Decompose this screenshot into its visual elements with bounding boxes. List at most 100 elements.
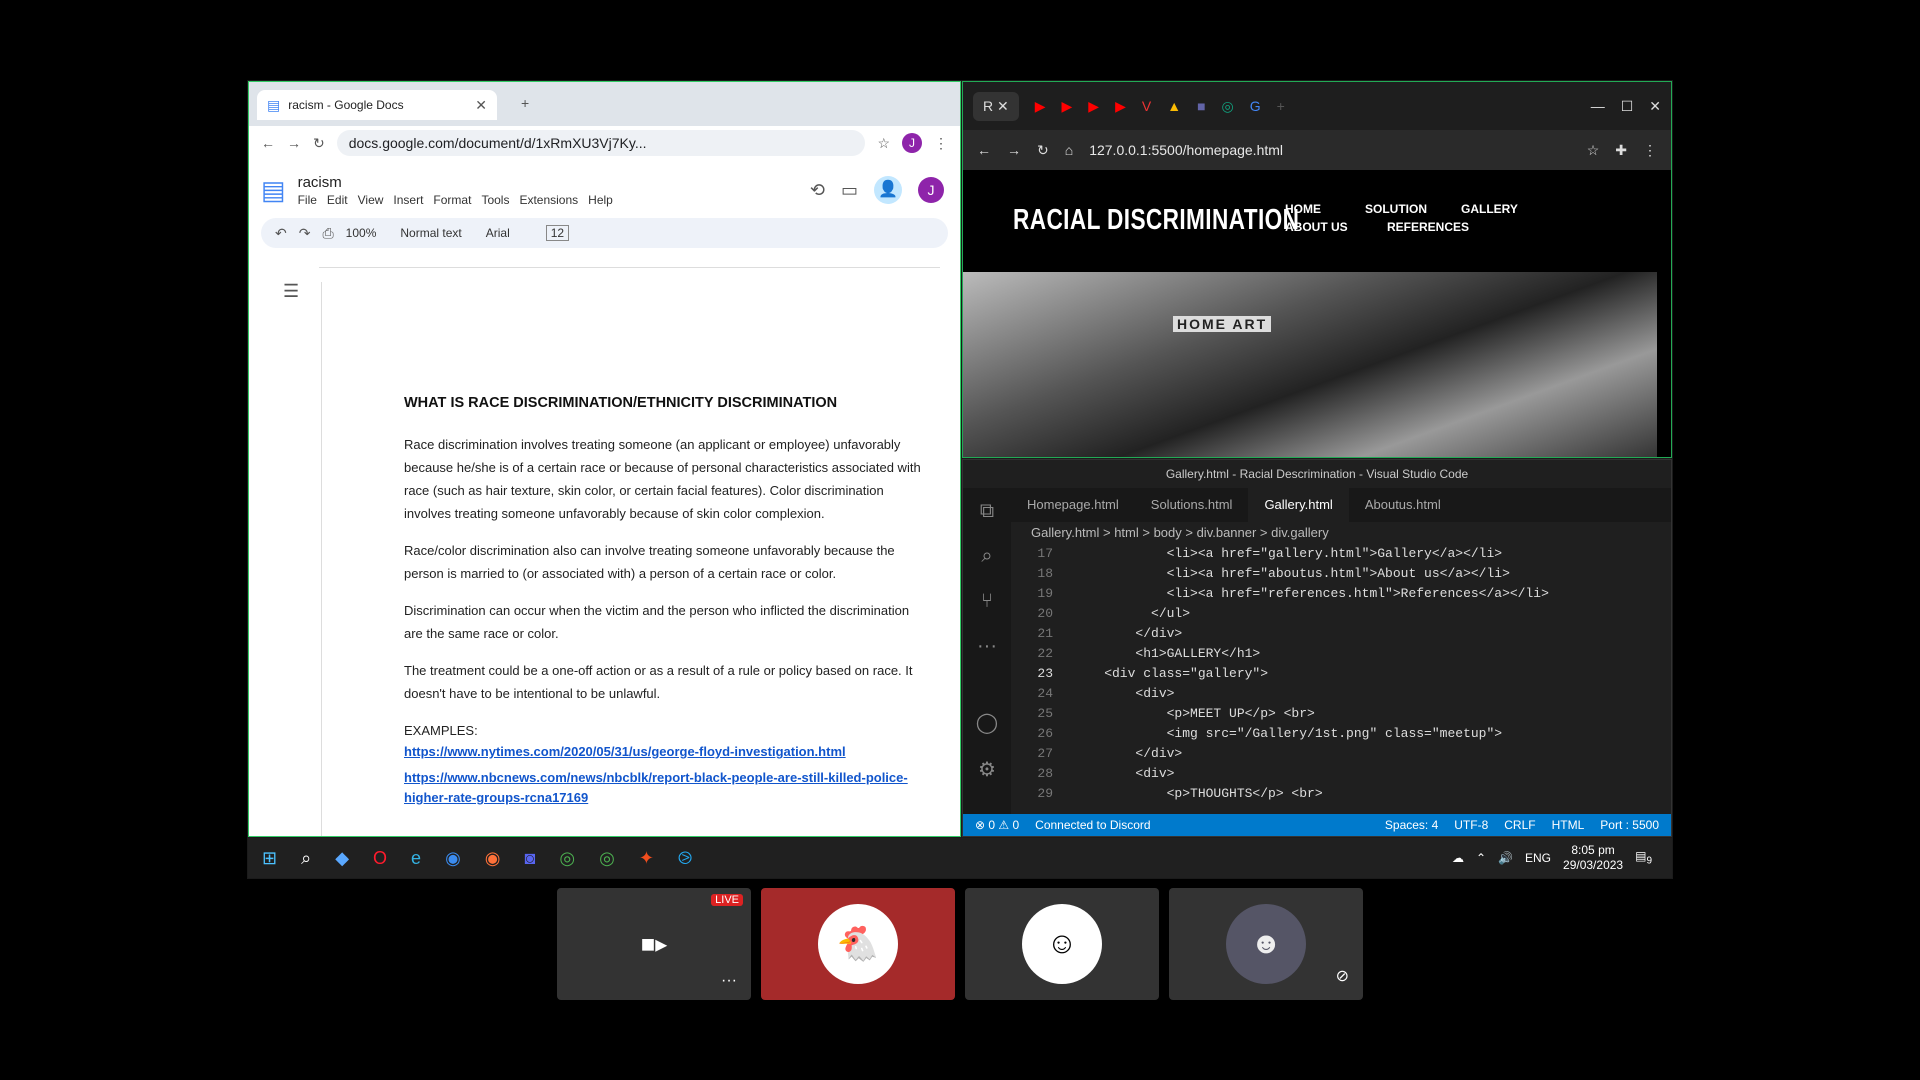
screen-share-tile[interactable]: LIVE ■▸ ··· [557,888,751,1000]
port-status[interactable]: Port : 5500 [1600,818,1659,832]
explorer-icon[interactable]: ⧉ [980,500,994,523]
menu-tools[interactable]: Tools [481,193,509,207]
chatgpt-icon[interactable]: ◎ [1222,99,1234,113]
code-line[interactable]: 20 </ul> [1011,604,1601,624]
chrome-icon[interactable]: ◎ [559,848,575,869]
menu-view[interactable]: View [358,193,384,207]
nav-references[interactable]: REFERENCES [1365,220,1469,234]
comment-icon[interactable]: ▭ [841,181,858,199]
discord-icon[interactable]: ◙ [525,848,536,869]
home-icon[interactable]: ⌂ [1065,143,1073,157]
code-line[interactable]: 23 <div class="gallery"> [1011,664,1601,684]
print-icon[interactable]: ⎙ [322,226,333,240]
notification-icon[interactable]: ▤9 [1635,849,1652,866]
tab-gallery[interactable]: Gallery.html [1248,488,1349,522]
start-icon[interactable]: ⊞ [262,848,277,869]
zoom-select[interactable]: 100% [346,226,377,240]
back-icon[interactable]: ← [977,143,991,157]
star-icon[interactable]: ☆ [877,136,890,150]
nav-home[interactable]: HOME [1285,202,1365,216]
menu-format[interactable]: Format [433,193,471,207]
vivaldi-icon[interactable]: V [1142,99,1151,113]
docs-url-input[interactable]: docs.google.com/document/d/1xRmXU3Vj7Ky.… [336,130,866,156]
code-line[interactable]: 29 <p>THOUGHTS</p> <br> [1011,784,1601,804]
tab-aboutus[interactable]: Aboutus.html [1349,488,1457,522]
code-line[interactable]: 19 <li><a href="references.html">Referen… [1011,584,1601,604]
code-line[interactable]: 21 </div> [1011,624,1601,644]
youtube-icon[interactable]: ▶ [1115,99,1126,113]
vscode-icon[interactable]: ⧁ [678,848,692,869]
close-icon[interactable]: ✕ [475,98,487,112]
drive-icon[interactable]: ▲ [1167,99,1181,113]
search-icon[interactable]: ⌕ [981,545,992,568]
language-indicator[interactable]: ENG [1525,851,1551,865]
history-icon[interactable]: ⟲ [810,181,825,199]
back-icon[interactable]: ← [261,136,275,150]
undo-icon[interactable]: ↶ [275,226,287,240]
doc-name[interactable]: racism [298,174,613,191]
star-icon[interactable]: ☆ [1587,143,1600,157]
reload-icon[interactable]: ↻ [1037,143,1049,157]
gear-icon[interactable]: ⚙ [978,757,996,782]
menu-icon[interactable]: ⋮ [1643,143,1657,157]
minimize-icon[interactable]: — [1591,99,1605,113]
font-size-input[interactable]: 12 [545,225,570,241]
new-tab-icon[interactable]: + [1277,99,1285,113]
example-link[interactable]: https://www.nbcnews.com/news/nbcblk/repo… [404,768,931,808]
menu-icon[interactable]: ⋮ [934,136,948,150]
site-url-input[interactable]: 127.0.0.1:5500/homepage.html [1089,142,1571,158]
youtube-icon[interactable]: ▶ [1035,99,1046,113]
nav-solution[interactable]: SOLUTION [1365,202,1461,216]
menu-help[interactable]: Help [588,193,613,207]
source-control-icon[interactable]: ⑂ [981,590,993,613]
more-icon[interactable]: ··· [721,972,737,990]
eol-status[interactable]: CRLF [1504,818,1535,832]
youtube-icon[interactable]: ▶ [1062,99,1073,113]
tab-homepage[interactable]: Homepage.html [1011,488,1135,522]
clock[interactable]: 8:05 pm 29/03/2023 [1563,843,1623,873]
code-line[interactable]: 18 <li><a href="aboutus.html">About us</… [1011,564,1601,584]
tab-solutions[interactable]: Solutions.html [1135,488,1249,522]
code-line[interactable]: 24 <div> [1011,684,1601,704]
maximize-icon[interactable]: ☐ [1621,99,1634,113]
more-icon[interactable]: ··· [977,635,997,658]
profile-avatar[interactable]: J [902,133,922,153]
spaces-status[interactable]: Spaces: 4 [1385,818,1438,832]
docs-tab[interactable]: ▤ racism - Google Docs ✕ [257,90,497,120]
code-line[interactable]: 25 <p>MEET UP</p> <br> [1011,704,1601,724]
menu-insert[interactable]: Insert [393,193,423,207]
menu-file[interactable]: File [298,193,317,207]
forward-icon[interactable]: → [1007,143,1021,157]
app-icon[interactable]: ◉ [445,848,461,869]
code-line[interactable]: 17 <li><a href="gallery.html">Gallery</a… [1011,544,1601,564]
menu-edit[interactable]: Edit [327,193,348,207]
discord-status[interactable]: Connected to Discord [1035,818,1150,832]
copilot-icon[interactable]: ◆ [335,848,349,869]
participant-tile[interactable]: 🐔 [761,888,955,1000]
active-tab[interactable]: R ✕ [973,91,1019,121]
reload-icon[interactable]: ↻ [313,136,325,150]
code-editor[interactable]: 17 <li><a href="gallery.html">Gallery</a… [1011,544,1601,814]
search-icon[interactable]: ⌕ [301,848,311,869]
google-icon[interactable]: G [1250,99,1261,113]
account-avatar[interactable]: J [918,177,944,203]
redo-icon[interactable]: ↷ [299,226,311,240]
close-icon[interactable]: ✕ [1649,99,1661,113]
figma-icon[interactable]: ✦ [639,848,654,869]
example-link[interactable]: https://www.nytimes.com/2020/05/31/us/ge… [404,742,931,762]
chrome-icon[interactable]: ◎ [599,848,615,869]
code-line[interactable]: 28 <div> [1011,764,1601,784]
outline-icon[interactable]: ☰ [283,282,299,300]
firefox-icon[interactable]: ◉ [485,848,501,869]
problems-status[interactable]: ⊗ 0 ⚠ 0 [975,818,1019,832]
breadcrumb[interactable]: Gallery.html > html > body > div.banner … [1011,522,1671,544]
font-select[interactable]: Arial [486,226,510,240]
code-line[interactable]: 22 <h1>GALLERY</h1> [1011,644,1601,664]
code-line[interactable]: 26 <img src="/Gallery/1st.png" class="me… [1011,724,1601,744]
weather-icon[interactable]: ☁ [1452,851,1464,865]
forward-icon[interactable]: → [287,136,301,150]
style-select[interactable]: Normal text [400,226,461,240]
nav-gallery[interactable]: GALLERY [1461,202,1521,216]
opera-icon[interactable]: O [373,848,387,869]
extensions-icon[interactable]: ✚ [1615,143,1627,157]
